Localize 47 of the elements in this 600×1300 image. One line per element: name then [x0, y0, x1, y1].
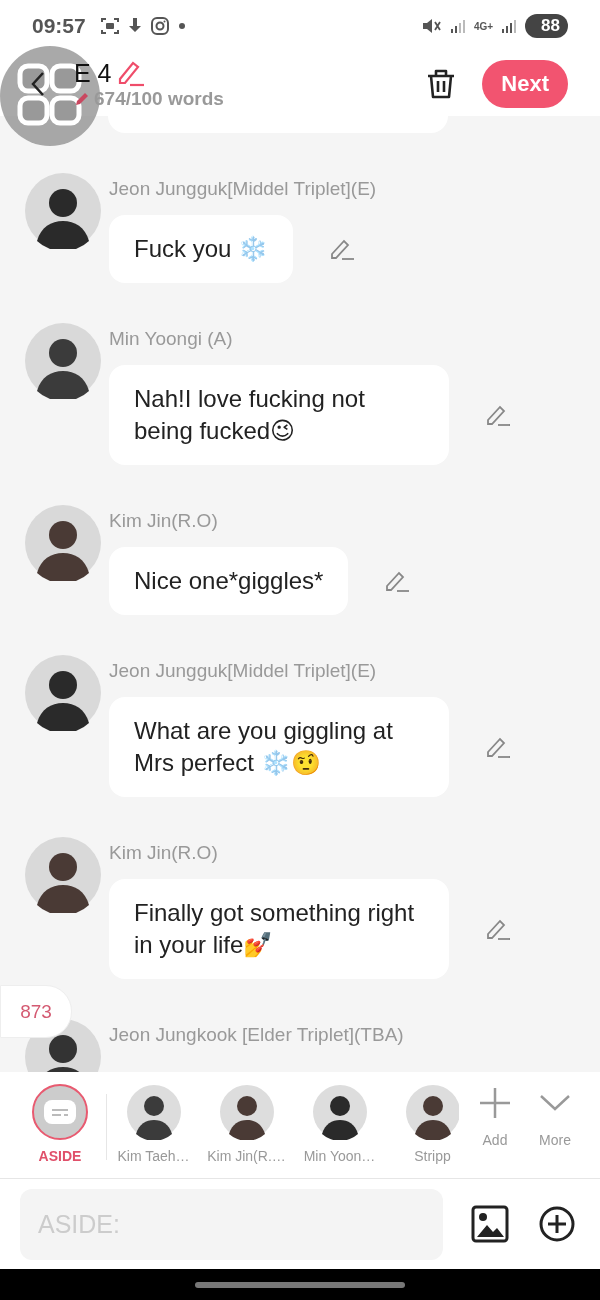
- screenshot-icon: [99, 17, 120, 35]
- signal-icon: [501, 18, 518, 34]
- speaker-name: Kim Jin(R.O): [109, 509, 218, 533]
- mute-icon: [421, 17, 442, 35]
- message-bubble: Finally got something right in your life💅: [109, 879, 449, 979]
- network-type: 4G+: [473, 20, 494, 32]
- status-time: 09:57: [32, 14, 86, 38]
- add-icon[interactable]: [539, 1206, 575, 1242]
- character-button[interactable]: Stripp: [386, 1084, 459, 1164]
- next-button[interactable]: Next: [482, 60, 568, 108]
- speaker-name: Jeon Jungguk[Middel Triplet](E): [109, 659, 377, 683]
- avatar-icon: [25, 505, 101, 581]
- speaker-name: Jeon Jungkook [Elder Triplet](TBA): [109, 1023, 404, 1047]
- character-button[interactable]: Min Yoon…: [293, 1084, 386, 1164]
- trash-icon[interactable]: [426, 68, 457, 100]
- edit-icon[interactable]: [329, 237, 356, 261]
- avatar-icon: [25, 655, 101, 731]
- camera-icon: [149, 16, 170, 36]
- add-button[interactable]: Add: [465, 1084, 525, 1148]
- download-icon: [127, 17, 142, 35]
- signal-icon: [449, 18, 466, 34]
- speaker-name: Min Yoongi (A): [109, 327, 233, 351]
- message-bubble: What are you giggling at Mrs perfect ❄🤨: [109, 697, 449, 797]
- pencil-icon: [74, 90, 90, 107]
- edit-icon[interactable]: [485, 917, 511, 941]
- speaker-name: Kim Jin(R.O): [109, 841, 218, 865]
- aside-button[interactable]: ASIDE: [30, 1084, 90, 1164]
- message-bubble: Fuck you ❄: [109, 215, 294, 283]
- speaker-name: Jeon Jungguk[Middel Triplet](E): [109, 177, 377, 201]
- dot-icon: [177, 22, 186, 30]
- home-indicator[interactable]: [195, 1281, 405, 1288]
- more-button[interactable]: More: [525, 1084, 585, 1148]
- avatar-icon: [25, 323, 101, 399]
- counter-badge[interactable]: 873: [0, 985, 72, 1038]
- character-button[interactable]: Kim Taeh…: [107, 1084, 200, 1164]
- back-icon[interactable]: [30, 71, 46, 97]
- character-button[interactable]: Kim Jin(R.…: [200, 1084, 293, 1164]
- image-icon[interactable]: [471, 1205, 509, 1243]
- edit-icon[interactable]: [384, 569, 411, 593]
- avatar-icon: [25, 173, 101, 249]
- avatar-icon: [25, 837, 101, 913]
- message-bubble: Nice one*giggles*: [109, 547, 349, 615]
- edit-icon[interactable]: [485, 735, 511, 759]
- message-bubble: Nah!I love fucking not being fucked😉: [109, 365, 449, 465]
- edit-icon[interactable]: [485, 403, 511, 427]
- plus-icon: [478, 1086, 512, 1120]
- battery-indicator: 88: [525, 14, 568, 38]
